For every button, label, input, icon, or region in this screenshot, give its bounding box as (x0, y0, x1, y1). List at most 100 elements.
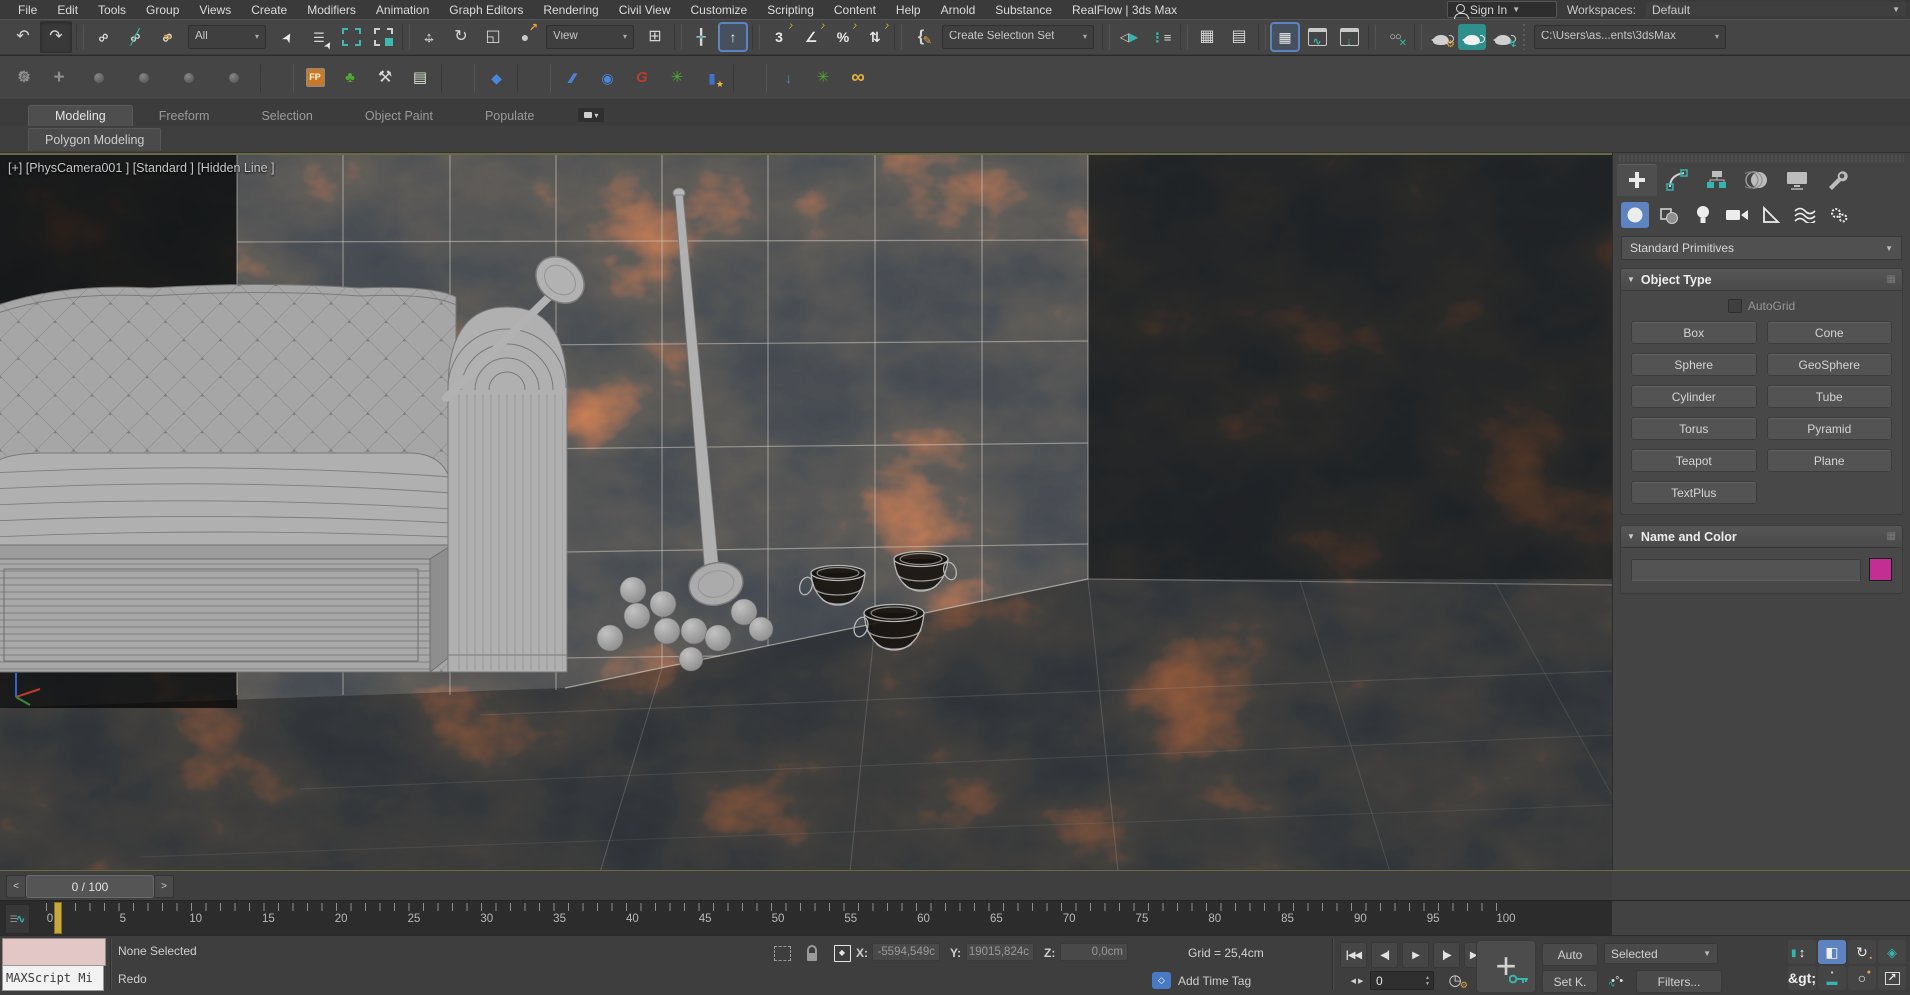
plugin-lister-icon[interactable]: ▤ (404, 63, 436, 93)
render-setup-icon[interactable]: ⚙ (1426, 22, 1456, 52)
menu-item[interactable]: Modifiers (297, 3, 366, 17)
ribbon-tab[interactable]: Selection (235, 106, 338, 126)
maxscript-macro-recorder[interactable] (2, 938, 106, 966)
tab-modify[interactable] (1657, 164, 1697, 196)
menu-item[interactable]: Civil View (609, 3, 681, 17)
object-type-button[interactable]: GeoSphere (1767, 353, 1893, 376)
current-frame-field[interactable]: 0▲▼ (1370, 971, 1434, 990)
object-type-button[interactable]: Teapot (1631, 449, 1757, 472)
selection-filter-dropdown[interactable]: All▾ (188, 25, 266, 49)
ribbon-tab[interactable]: Populate (459, 106, 560, 126)
current-frame-marker[interactable] (54, 902, 62, 934)
unlink-icon[interactable]: ∞╱ (120, 22, 150, 52)
menu-item[interactable]: Scripting (757, 3, 824, 17)
select-scale-icon[interactable]: ◱ (478, 22, 508, 52)
named-selection-sets-icon[interactable]: {✎ (906, 22, 936, 52)
menu-item[interactable]: Edit (47, 3, 88, 17)
category-helpers[interactable] (1757, 202, 1785, 228)
tab-create[interactable] (1617, 164, 1657, 196)
tab-motion[interactable] (1737, 164, 1777, 196)
render-production-icon[interactable]: ↯ (1488, 22, 1518, 52)
ribbon-tab[interactable]: Freeform (133, 106, 236, 126)
splash2-plugin-icon[interactable]: ✳ (807, 63, 839, 93)
tab-display[interactable] (1777, 164, 1817, 196)
select-rotate-icon[interactable]: ↻ (446, 22, 476, 52)
splash-plugin-icon[interactable]: ✳ (661, 63, 693, 93)
rendered-frame-window-icon[interactable] (1458, 24, 1486, 50)
object-type-button[interactable]: Torus (1631, 417, 1757, 440)
slate-material-editor-icon[interactable]: ○○✕ (1380, 22, 1410, 52)
object-type-button[interactable]: Tube (1767, 385, 1893, 408)
menu-item[interactable]: Content (824, 3, 886, 17)
x-coordinate-field[interactable]: -5594,549c (872, 943, 940, 961)
card-star-icon[interactable]: ▮★ (696, 63, 728, 93)
select-place-icon[interactable]: ●↗ (510, 22, 540, 52)
select-move-icon[interactable]: ↔↕ (414, 22, 444, 52)
tab-utilities[interactable] (1817, 164, 1857, 196)
track-bar-ruler[interactable]: 0 5 10 15 20 25 30 35 40 45 50 55 (36, 901, 1520, 936)
category-lights[interactable] (1689, 202, 1717, 228)
ribbon-overflow-button[interactable]: ▾ (578, 108, 604, 122)
project-folder-dropdown[interactable]: C:\Users\as...ents\3dsMax▾ (1534, 25, 1726, 49)
download-plugin-icon[interactable]: ↓ (772, 63, 804, 93)
z-coordinate-field[interactable]: 0,0cm (1060, 943, 1128, 961)
play-button[interactable]: ▶ (1402, 942, 1429, 968)
category-systems[interactable] (1825, 202, 1853, 228)
goto-start-button[interactable]: |◀◀ (1340, 942, 1367, 968)
plugin-tools-icon[interactable]: ⚒ (369, 63, 401, 93)
layer-explorer-icon[interactable]: ▤ (1224, 22, 1254, 52)
prev-frame-slider-button[interactable]: < (6, 875, 26, 898)
forest-trees-icon[interactable]: ♣ (334, 63, 366, 93)
keyboard-override-icon[interactable]: ↑ (718, 22, 748, 52)
window-crossing-icon[interactable] (368, 22, 398, 52)
category-shapes[interactable] (1655, 202, 1683, 228)
absolute-mode-icon[interactable]: ◆ (830, 942, 854, 964)
selection-lock-icon[interactable] (800, 942, 824, 964)
spinner-icon[interactable]: ▲▼ (1425, 975, 1433, 987)
panel-grip[interactable] (1619, 155, 1904, 162)
maximize-viewport-icon[interactable]: ↗ (1878, 966, 1906, 990)
primitives-category-dropdown[interactable]: Standard Primitives ▼ (1621, 236, 1902, 260)
snaps-toggle-icon[interactable]: 3⌐ (764, 22, 794, 52)
next-frame-button[interactable]: |▶ (1433, 942, 1460, 968)
menu-item[interactable]: Rendering (533, 3, 608, 17)
tab-hierarchy[interactable] (1697, 164, 1737, 196)
ribbon-subtab-polygon-modeling[interactable]: Polygon Modeling (28, 128, 161, 151)
mirror-icon[interactable]: ◁▶ (1114, 22, 1144, 52)
glasses-plugin-icon[interactable]: ∞ (842, 63, 874, 93)
menu-item[interactable]: Substance (985, 3, 1062, 17)
time-slider-handle[interactable]: 0 / 100 (26, 875, 154, 898)
object-type-button[interactable]: Box (1631, 321, 1757, 344)
ref-coord-dropdown[interactable]: View▾ (546, 25, 634, 49)
zoom-extents-icon[interactable]: ◧ (1818, 940, 1846, 964)
ribbon-tab[interactable]: Modeling (28, 105, 133, 126)
redo-icon[interactable]: ↷ (40, 21, 72, 53)
add-time-tag-button[interactable]: Add Time Tag (1178, 974, 1251, 988)
menu-item[interactable]: Create (241, 3, 297, 17)
menu-item[interactable]: Animation (366, 3, 439, 17)
zoom-region-icon[interactable]: ◈ (1878, 940, 1906, 964)
align-icon[interactable]: ⋮≡ (1146, 22, 1176, 52)
menu-item[interactable]: Tools (88, 3, 136, 17)
mini-curve-editor-button[interactable]: ☰∿ (5, 904, 30, 934)
curve-editor-icon[interactable]: ∿ (1302, 22, 1332, 52)
category-space-warps[interactable] (1791, 202, 1819, 228)
object-type-button[interactable]: TextPlus (1631, 481, 1757, 504)
menu-item[interactable]: File (8, 3, 47, 17)
menu-item[interactable]: Customize (681, 3, 758, 17)
object-type-button[interactable]: Sphere (1631, 353, 1757, 376)
bind-spacewarp-icon[interactable]: ∞≈ (152, 22, 182, 52)
set-key-button[interactable]: Set K. (1542, 970, 1598, 993)
keyframe-filter-icon[interactable]: •°•∿ (1604, 970, 1630, 991)
g6-plugin-icon[interactable]: G (626, 63, 658, 93)
menu-item[interactable]: Views (189, 3, 241, 17)
object-type-button[interactable]: Cylinder (1631, 385, 1757, 408)
selection-region-lock-icon[interactable] (770, 942, 794, 964)
dope-sheet-icon[interactable]: ↓ (1334, 22, 1364, 52)
forest-pack-icon[interactable]: FP (299, 63, 331, 93)
zoom-icon[interactable]: ↕▮ (1788, 940, 1816, 964)
y-coordinate-field[interactable]: 19015,824c (966, 943, 1034, 961)
maxscript-mini-listener[interactable]: MAXScript Mi (2, 965, 104, 991)
object-name-input[interactable] (1631, 559, 1861, 581)
pan-camera-icon[interactable]: ▬▪ (1818, 966, 1846, 990)
